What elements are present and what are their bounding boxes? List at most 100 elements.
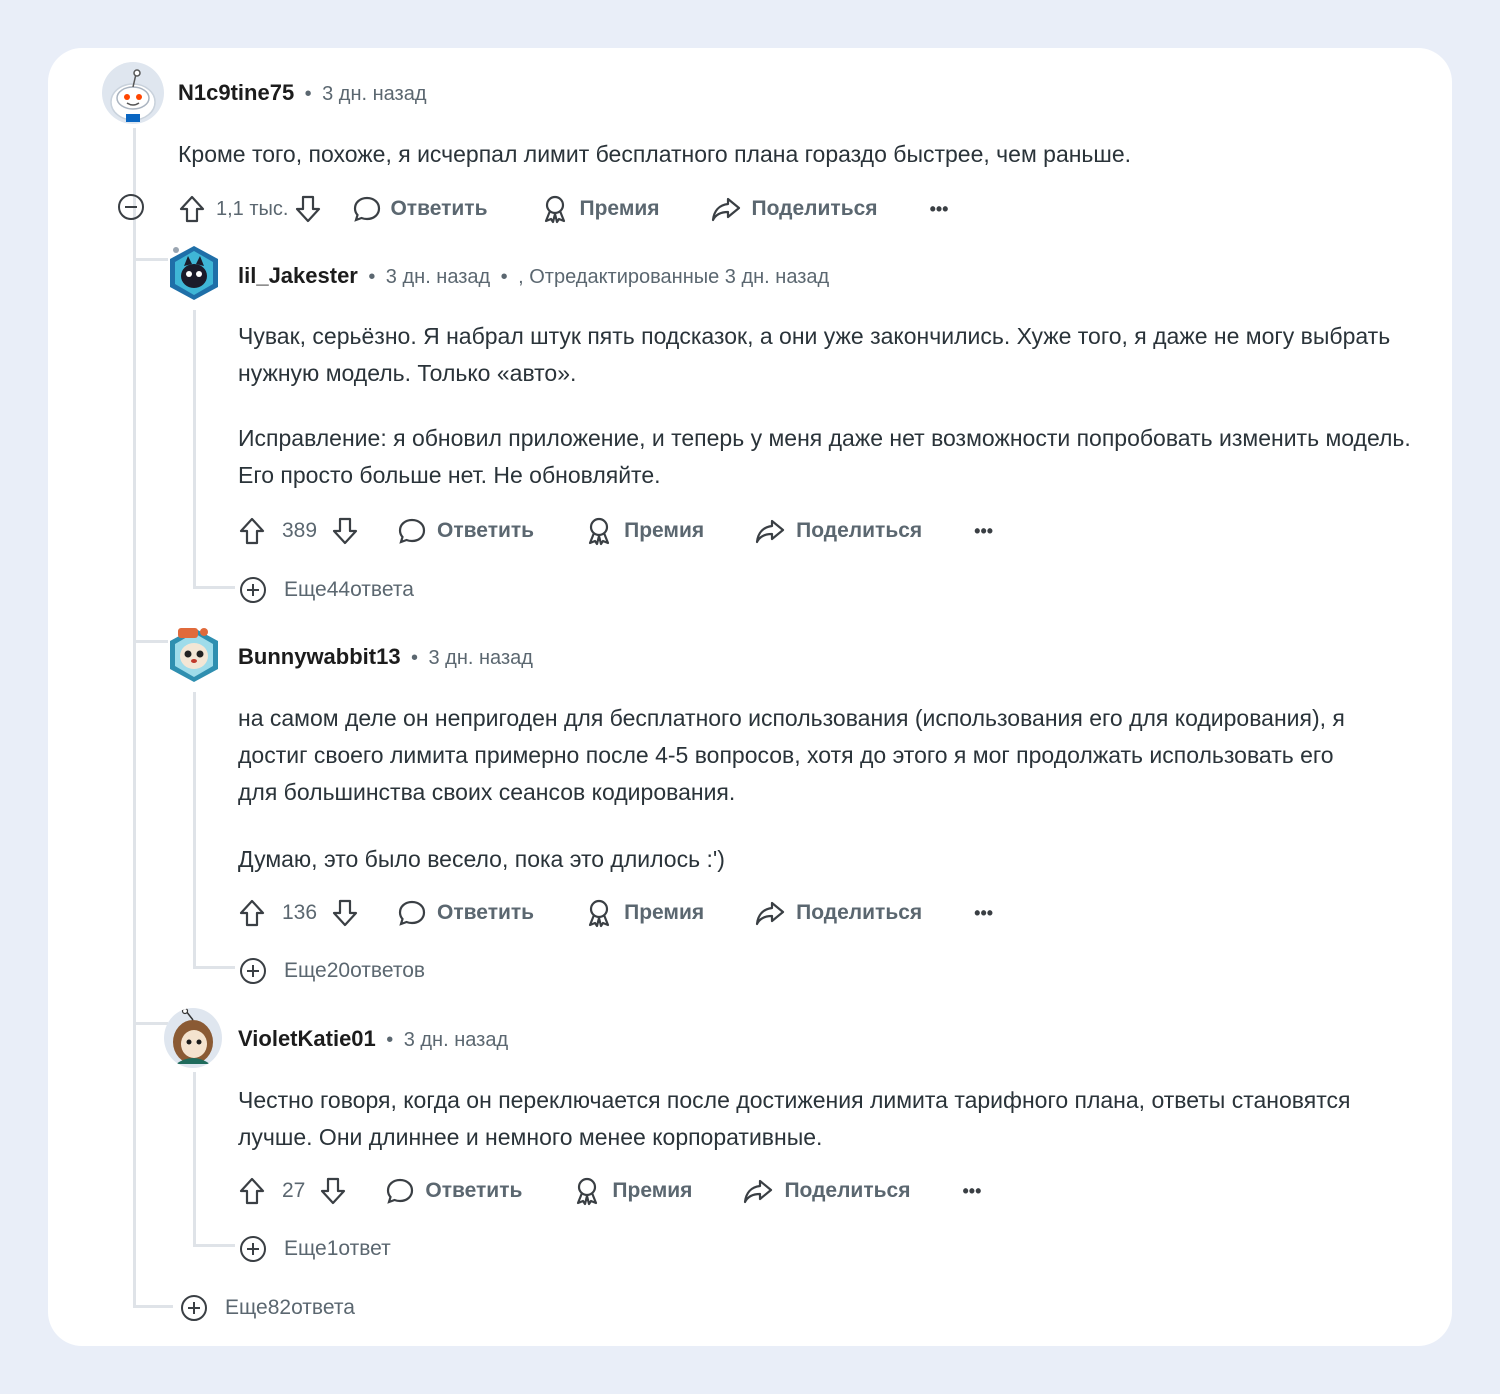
collapse-button[interactable] <box>118 194 144 220</box>
share-button[interactable]: Поделиться <box>742 1176 910 1206</box>
downvote-arrow-icon <box>332 899 358 927</box>
avatar[interactable] <box>164 1008 222 1068</box>
share-arrow-icon <box>744 1179 773 1204</box>
more-replies-button[interactable]: Еще20ответов <box>240 958 425 984</box>
more-options-button[interactable]: ••• <box>974 521 993 542</box>
thread-line-3[interactable] <box>193 1072 196 1246</box>
comment-bubble-icon <box>387 1178 414 1204</box>
comment-actions: 27 Ответить Премия Поделиться ••• <box>238 1172 981 1210</box>
downvote-button[interactable] <box>331 516 359 546</box>
upvote-arrow-icon <box>239 899 265 927</box>
comment-bubble-icon <box>398 518 426 544</box>
vote-score: 27 <box>282 1179 306 1202</box>
downvote-button[interactable] <box>331 898 359 928</box>
share-arrow-icon <box>756 519 785 544</box>
comment-paragraph: Думаю, это было весело, пока это длилось… <box>238 846 725 872</box>
award-button[interactable]: Премия <box>572 1176 692 1206</box>
root-more-replies-button[interactable]: Еще82ответа <box>181 1295 355 1321</box>
more-replies-button[interactable]: Еще1ответ <box>240 1236 391 1262</box>
snoo-avatar-icon <box>110 69 156 122</box>
reply-button[interactable]: Ответить <box>352 194 488 224</box>
share-button[interactable]: Поделиться <box>754 898 922 928</box>
timestamp[interactable]: 3 дн. назад <box>404 1029 508 1051</box>
downvote-button[interactable] <box>294 194 322 224</box>
award-icon <box>577 1177 598 1206</box>
ellipsis-icon: ••• <box>962 1180 982 1201</box>
reply-button[interactable]: Ответить <box>397 898 534 928</box>
upvote-button[interactable] <box>238 898 266 928</box>
upvote-button[interactable] <box>238 1176 266 1206</box>
comment-body: на самом деле он непригоден для бесплатн… <box>238 700 1358 878</box>
thread-line-root[interactable] <box>133 128 136 1308</box>
username[interactable]: lil_Jakester <box>238 263 358 288</box>
reply-label: Ответить <box>437 519 535 542</box>
thread-line-2[interactable] <box>193 692 196 968</box>
thread-branch-3 <box>136 1022 168 1025</box>
comment-paragraph: Исправление: я обновил приложение, и теп… <box>238 425 1411 488</box>
comment-header: VioletKatie01 • 3 дн. назад <box>238 1026 508 1052</box>
more-options-button[interactable]: ••• <box>974 903 993 924</box>
reply-button[interactable]: Ответить <box>397 516 534 546</box>
more-options-button[interactable]: ••• <box>962 1181 981 1202</box>
share-arrow-icon <box>756 901 785 926</box>
expand-plus-icon <box>181 1295 207 1321</box>
comment-actions: 1,1 тыс. Ответить Премия Поделиться ••• <box>178 190 948 228</box>
avatar[interactable] <box>166 242 222 302</box>
comment-paragraph: Чувак, серьёзно. Я набрал штук пять подс… <box>238 323 1391 386</box>
timestamp[interactable]: 3 дн. назад <box>429 647 533 669</box>
timestamp[interactable]: 3 дн. назад <box>386 266 490 288</box>
comment-header: N1c9tine75 • 3 дн. назад <box>178 80 427 106</box>
meta-separator: • <box>304 83 312 105</box>
thread-line-1[interactable] <box>193 310 196 588</box>
downvote-arrow-icon <box>332 517 358 545</box>
more-options-button[interactable]: ••• <box>930 199 949 220</box>
comment-header: lil_Jakester • 3 дн. назад • , Отредакти… <box>238 263 829 289</box>
downvote-button[interactable] <box>319 1176 347 1206</box>
user-avatar-icon <box>170 628 218 682</box>
comment-actions: 136 Ответить Премия Поделиться ••• <box>238 894 993 932</box>
comment-body: Кроме того, похоже, я исчерпал лимит бес… <box>178 136 1378 173</box>
vote-score: 136 <box>282 901 318 924</box>
ellipsis-icon: ••• <box>929 198 949 219</box>
award-label: Премия <box>624 901 705 924</box>
upvote-button[interactable] <box>238 516 266 546</box>
expand-plus-icon <box>240 958 266 984</box>
username[interactable]: VioletKatie01 <box>238 1026 376 1051</box>
expand-plus-icon <box>240 577 266 603</box>
reply-label: Ответить <box>425 1179 523 1202</box>
award-button[interactable]: Премия <box>540 194 660 224</box>
vote-score: 1,1 тыс. <box>216 197 289 220</box>
user-avatar-icon <box>173 1008 213 1064</box>
username[interactable]: N1c9tine75 <box>178 80 294 105</box>
timestamp[interactable]: 3 дн. назад <box>322 83 426 105</box>
reply-label: Ответить <box>437 901 535 924</box>
thread-line-1-branch <box>193 586 235 589</box>
comment-body: Честно говоря, когда он переключается по… <box>238 1082 1358 1156</box>
share-button[interactable]: Поделиться <box>710 194 878 224</box>
comment-paragraph: Кроме того, похоже, я исчерпал лимит бес… <box>178 141 1132 167</box>
more-replies-button[interactable]: Еще44ответа <box>240 577 414 603</box>
collapse-minus-icon <box>118 194 144 220</box>
comment-header: Bunnywabbit13 • 3 дн. назад <box>238 644 533 670</box>
downvote-arrow-icon <box>321 1177 346 1205</box>
ellipsis-icon: ••• <box>974 520 994 541</box>
share-arrow-icon <box>711 197 740 222</box>
username[interactable]: Bunnywabbit13 <box>238 644 401 669</box>
award-label: Премия <box>624 519 705 542</box>
share-button[interactable]: Поделиться <box>754 516 922 546</box>
award-label: Премия <box>579 197 660 220</box>
thread-line-3-branch <box>193 1244 235 1247</box>
comment-bubble-icon <box>398 900 426 926</box>
avatar[interactable] <box>166 622 222 684</box>
more-replies-label: Еще82ответа <box>225 1296 355 1319</box>
avatar[interactable] <box>102 62 164 124</box>
expand-plus-icon <box>240 1236 266 1262</box>
award-button[interactable]: Премия <box>584 516 704 546</box>
reply-button[interactable]: Ответить <box>385 1176 522 1206</box>
share-label: Поделиться <box>784 1179 911 1202</box>
comment-paragraph: на самом деле он непригоден для бесплатн… <box>238 705 1345 805</box>
award-button[interactable]: Премия <box>584 898 704 928</box>
upvote-button[interactable] <box>178 194 206 224</box>
award-label: Премия <box>612 1179 693 1202</box>
award-icon <box>544 195 565 224</box>
